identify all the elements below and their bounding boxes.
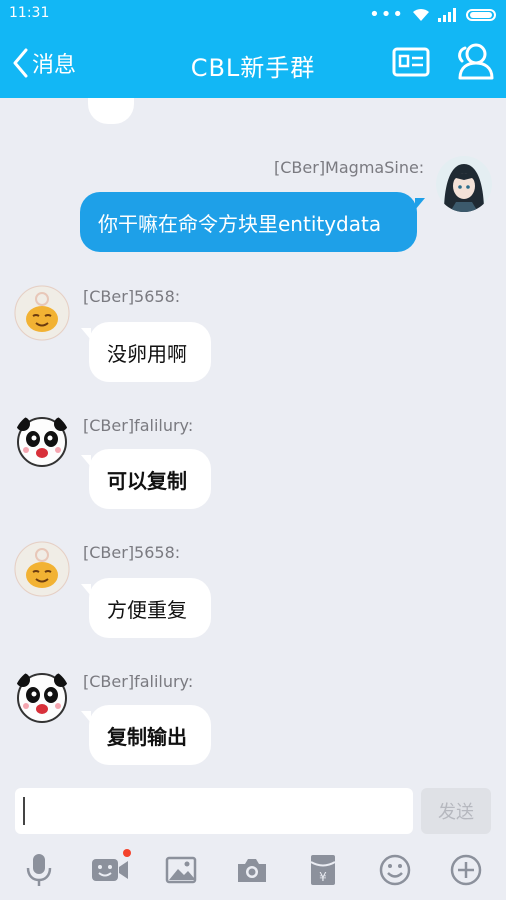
camera-button[interactable] — [230, 848, 274, 892]
message-input[interactable] — [15, 788, 413, 834]
wifi-icon — [413, 8, 429, 21]
video-icon — [92, 859, 128, 881]
message-sender: [CBer]falilury: — [83, 416, 194, 435]
message-bubble-self[interactable]: 你干嘛在命令方块里entitydata — [80, 192, 425, 252]
message-sender: [CBer]MagmaSine: — [274, 158, 425, 177]
message-bubble[interactable]: 复制输出 — [81, 705, 211, 765]
more-dots-icon: ••• — [369, 4, 404, 25]
plus-icon — [450, 854, 482, 886]
avatar-panda-image — [14, 412, 70, 468]
status-icons: ••• — [369, 6, 496, 24]
microphone-icon — [26, 854, 52, 886]
message-bubble-partial — [88, 98, 134, 124]
message-bubble[interactable]: 方便重复 — [81, 578, 211, 638]
message-bubble[interactable]: 可以复制 — [81, 449, 211, 509]
avatar[interactable] — [14, 541, 70, 597]
send-button[interactable]: 发送 — [421, 788, 491, 834]
image-button[interactable] — [159, 848, 203, 892]
red-packet-button[interactable]: ¥ — [301, 848, 345, 892]
notification-dot — [123, 849, 131, 857]
message-sender: [CBer]5658: — [83, 287, 181, 306]
input-bar: 发送 ¥ — [0, 780, 506, 900]
battery-icon — [466, 9, 496, 21]
red-packet-icon: ¥ — [310, 855, 336, 885]
emoji-icon — [379, 854, 411, 886]
status-bar: 11:31 ••• — [0, 0, 506, 30]
avatar-yellow-face-image — [14, 541, 70, 597]
avatar[interactable] — [14, 412, 70, 468]
chat-area[interactable]: [CBer]MagmaSine: 你干嘛在命令方块里entitydata [CB… — [0, 98, 506, 780]
group-members-button[interactable] — [454, 41, 496, 85]
avatar[interactable] — [14, 668, 70, 724]
status-time: 11:31 — [9, 5, 50, 21]
input-toolbar: ¥ — [0, 848, 506, 896]
message-sender: [CBer]falilury: — [83, 672, 194, 691]
avatar-yellow-face-image — [14, 285, 70, 341]
svg-text:¥: ¥ — [319, 870, 327, 884]
text-caret — [23, 797, 25, 825]
id-card-icon — [392, 47, 430, 77]
avatar-panda-image — [14, 668, 70, 724]
group-members-icon — [458, 43, 494, 80]
message-sender: [CBer]5658: — [83, 543, 181, 562]
signal-icon — [438, 8, 456, 22]
page-title: CBL新手群 — [190, 54, 316, 82]
group-card-button[interactable] — [392, 46, 430, 82]
voice-button[interactable] — [17, 848, 61, 892]
avatar-anime-girl-image — [436, 156, 492, 212]
avatar[interactable] — [14, 285, 70, 341]
title-bar: 消息 CBL新手群 — [0, 30, 506, 98]
emoji-button[interactable] — [373, 848, 417, 892]
camera-icon — [238, 859, 266, 882]
avatar[interactable] — [436, 156, 492, 212]
image-icon — [165, 856, 197, 884]
video-button[interactable] — [88, 848, 132, 892]
more-button[interactable] — [444, 848, 488, 892]
message-bubble[interactable]: 没卵用啊 — [81, 322, 211, 382]
